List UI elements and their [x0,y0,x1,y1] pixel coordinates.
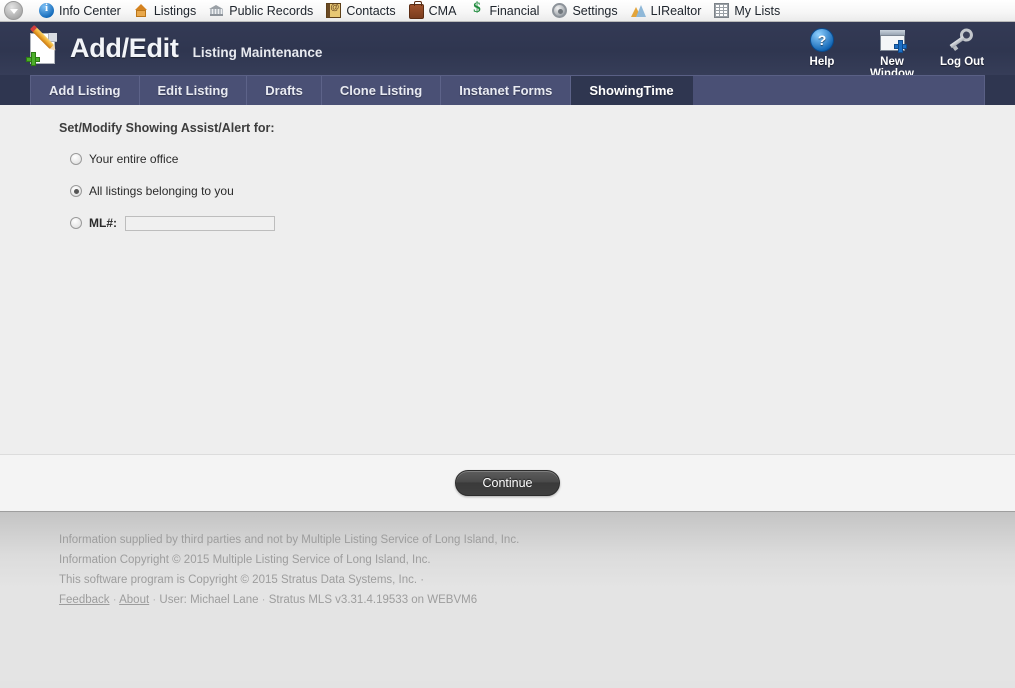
nav-item-cma[interactable]: CMA [405,0,466,22]
footer-line-1: Information supplied by third parties an… [59,534,520,546]
action-bar: Continue [0,454,1015,511]
log-out-button[interactable]: Log Out [927,25,997,68]
app-header: Add/Edit Listing Maintenance Help New Wi… [0,22,1015,80]
grid-icon [714,3,730,18]
new-window-icon [879,29,907,53]
radio-entire-office[interactable] [70,153,82,165]
help-button[interactable]: Help [787,26,857,68]
footer-line-2: Information Copyright © 2015 Multiple Li… [59,554,431,566]
version-text: Stratus MLS v3.31.4.19533 on WEBVM6 [268,594,478,606]
nav-item-listings[interactable]: Listings [130,0,205,22]
nav-item-info-center[interactable]: Info Center [35,0,130,22]
address-book-icon [326,2,342,18]
dollar-icon [469,0,484,18]
footer-line-4: Feedback · About · User: Michael Lane · … [59,594,478,606]
nav-item-label: CMA [428,3,457,18]
info-icon [39,2,54,18]
user-text: User: Michael Lane [159,594,259,606]
circle-chevron-down-icon[interactable] [4,1,23,20]
radio-label-all-listings: All listings belonging to you [89,184,234,198]
key-icon [946,25,978,55]
page-title: Add/Edit [70,33,179,63]
house-icon [134,3,149,18]
app-header-left: Add/Edit Listing Maintenance [0,25,323,66]
about-link[interactable]: About [119,594,149,606]
question-circle-icon [810,28,834,52]
gear-icon [552,3,568,18]
nav-item-label: My Lists [734,3,781,18]
nav-item-public-records[interactable]: Public Records [205,0,322,22]
nav-item-financial[interactable]: Financial [465,0,548,22]
form-title: Set/Modify Showing Assist/Alert for: [59,121,275,135]
tab-label: Edit Listing [157,83,229,98]
nav-item-label: Contacts [346,3,396,18]
main-content: Set/Modify Showing Assist/Alert for: You… [0,105,1015,454]
option-row-ml-number[interactable]: ML#: [70,213,1015,233]
new-window-button[interactable]: New Window [857,26,927,80]
tab-label: Clone Listing [339,83,423,98]
nav-item-label: LIRealtor [650,3,702,18]
radio-label-ml-number: ML#: [89,216,117,230]
tab-label: ShowingTime [589,83,674,98]
header-actions: Help New Window Log Out [787,25,997,80]
nav-item-contacts[interactable]: Contacts [322,0,404,22]
briefcase-icon [408,1,424,19]
radio-label-entire-office: Your entire office [89,152,179,166]
nav-item-my-lists[interactable]: My Lists [710,0,789,22]
footer-line-3: This software program is Copyright © 201… [59,574,425,586]
feedback-link[interactable]: Feedback [59,594,110,606]
page-subtitle: Listing Maintenance [192,45,323,60]
tab-add-listing[interactable]: Add Listing [31,76,140,105]
option-row-entire-office[interactable]: Your entire office [70,149,1015,169]
log-out-label: Log Out [939,56,985,68]
tab-drafts[interactable]: Drafts [247,76,322,105]
ml-number-input[interactable] [125,215,275,231]
document-pencil-add-icon [26,25,58,66]
nav-item-label: Financial [489,3,540,18]
tab-edit-listing[interactable]: Edit Listing [140,76,248,105]
nav-item-label: Public Records [229,3,314,18]
tab-showingtime[interactable]: ShowingTime [571,76,693,105]
nav-item-label: Listings [153,3,197,18]
global-nav-bar: Info Center Listings Public Records Cont… [0,0,1015,22]
nav-item-settings[interactable]: Settings [548,0,626,22]
tab-instanet-forms[interactable]: Instanet Forms [441,76,572,105]
tab-label: Add Listing [49,83,121,98]
radio-all-listings[interactable] [70,185,82,197]
help-label: Help [809,56,835,68]
tab-bar: Add Listing Edit Listing Drafts Clone Li… [0,75,1015,105]
footer: Information supplied by third parties an… [0,511,1015,681]
nav-item-label: Info Center [59,3,121,18]
mountains-icon [630,3,646,18]
tab-clone-listing[interactable]: Clone Listing [322,76,442,105]
nav-item-label: Settings [572,3,618,18]
option-row-all-listings[interactable]: All listings belonging to you [70,181,1015,201]
continue-button[interactable]: Continue [455,470,560,496]
nav-item-lirealtor[interactable]: LIRealtor [627,0,711,22]
radio-ml-number[interactable] [70,217,82,229]
tab-label: Instanet Forms [459,83,553,98]
tab-label: Drafts [265,83,303,98]
bank-icon [209,3,224,18]
